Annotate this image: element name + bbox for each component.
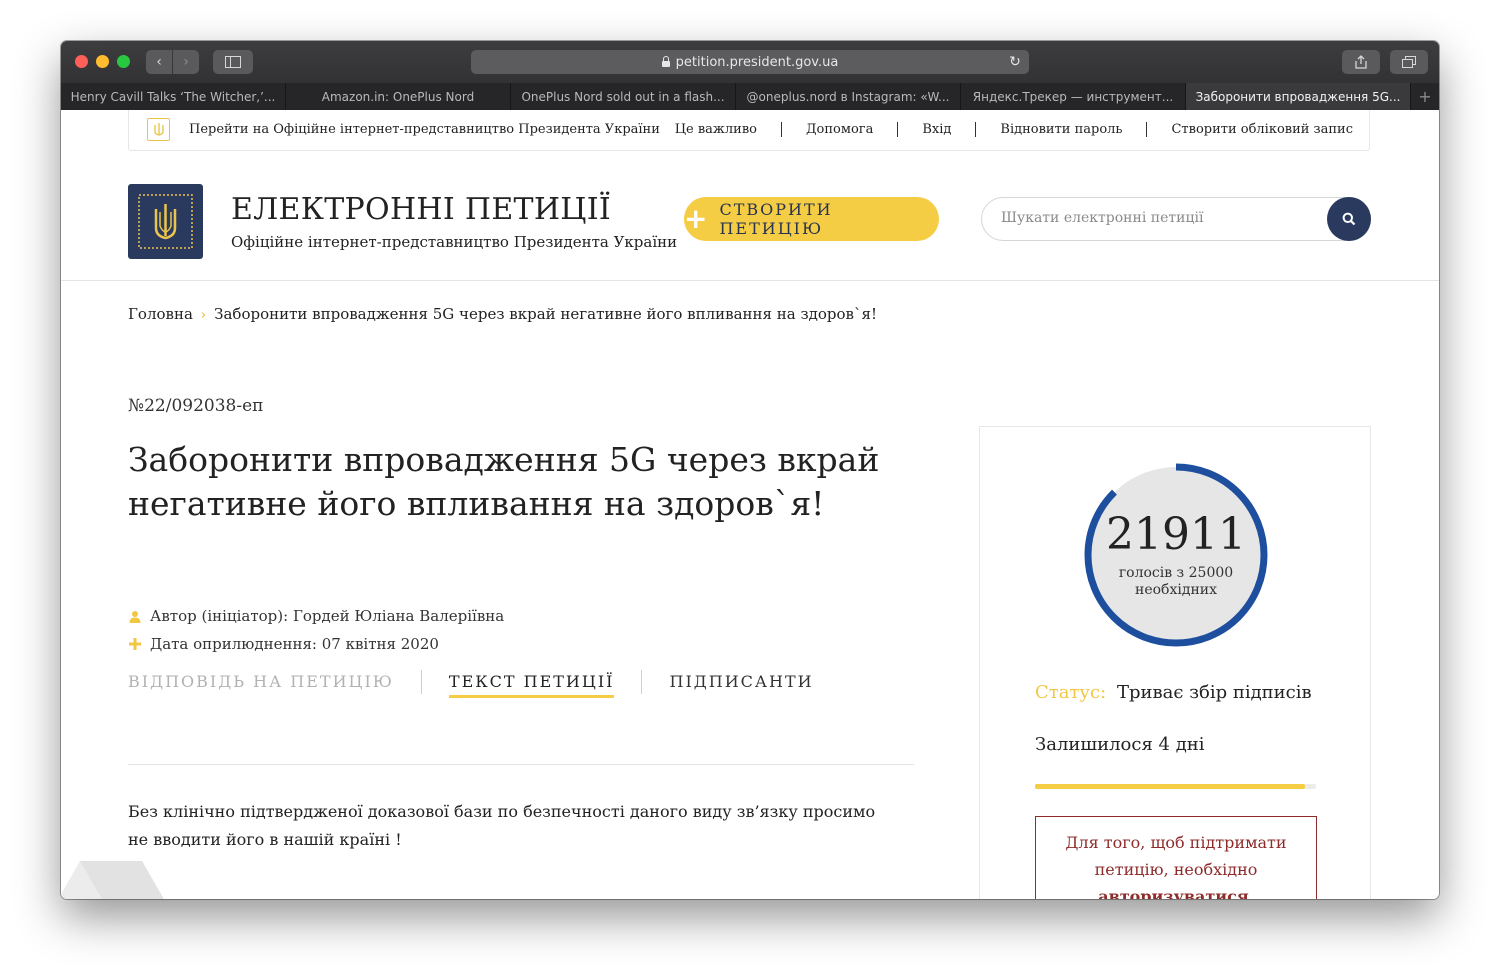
nav-restore-password-link[interactable]: Відновити пароль [975,122,1146,137]
vote-count: 21911 [1106,509,1246,560]
nav-create-account-link[interactable]: Створити обліковий запис [1146,122,1353,137]
reload-icon[interactable]: ↻ [1007,54,1023,70]
search-box [981,197,1371,241]
authorize-link[interactable]: авторизуватися [1098,887,1248,899]
tab-petition-answer[interactable]: ВІДПОВІДЬ НА ПЕТИЦІЮ [128,670,421,694]
auth-line2: петицію, необхідно [1094,860,1258,879]
trident-icon [147,118,170,141]
status-value: Триває збір підписів [1117,682,1312,703]
breadcrumb: Головна › Заборонити впровадження 5G через… [128,305,877,323]
site-title[interactable]: ЕЛЕКТРОННІ ПЕТИЦІЇ [231,192,611,227]
tab-label: ПІДПИСАНТИ [669,672,814,691]
address-bar[interactable]: petition.president.gov.ua ↻ [471,50,1029,74]
browser-tab[interactable]: Amazon.in: OnePlus Nord [286,83,511,110]
petition-tabs: ВІДПОВІДЬ НА ПЕТИЦІЮ ТЕКСТ ПЕТИЦІЇ ПІДПИ… [128,670,841,710]
browser-toolbar: ‹ › petition.president.gov.ua ↻ [61,41,1439,83]
close-window-button[interactable] [75,55,88,68]
coat-of-arms-icon [138,194,193,249]
minimize-window-button[interactable] [96,55,109,68]
share-icon [1355,55,1367,69]
nav-help-link[interactable]: Допомога [780,122,897,137]
header-divider [61,280,1439,281]
tab-label: ТЕКСТ ПЕТИЦІЇ [448,672,615,698]
petition-author: Автор (ініціатор): Гордей Юліана Валерії… [128,607,504,625]
user-icon [128,610,142,623]
site-subtitle: Офіційне інтернет-представництво Президе… [231,233,678,251]
tab-label: ВІДПОВІДЬ НА ПЕТИЦІЮ [128,672,394,691]
site-logo[interactable] [128,184,203,259]
browser-tab[interactable]: Henry Cavill Talks ‘The Witcher,’... [61,83,286,110]
plus-icon [128,638,142,650]
plus-icon: + [684,202,710,235]
petition-text: Без клінічно підтвердженої доказової баз… [128,802,876,849]
browser-tab[interactable]: OnePlus Nord sold out in a flash... [511,83,736,110]
votes-panel: 21911 голосів з 25000 необхідних Статус:… [979,426,1371,899]
back-button[interactable]: ‹ [146,50,172,74]
forward-button[interactable]: › [173,50,199,74]
author-text: Автор (ініціатор): Гордей Юліана Валерії… [150,607,505,625]
time-remaining: Залишилося 4 дні [1035,734,1205,755]
auth-line1: Для того, щоб підтримати [1065,833,1287,852]
create-petition-label: СТВОРИТИ ПЕТИЦІЮ [719,200,833,238]
search-input[interactable] [999,209,1323,227]
top-nav: Це важливо Допомога Вхід Відновити парол… [651,122,1353,137]
url-text: petition.president.gov.ua [675,54,839,70]
new-tab-button[interactable]: + [1411,83,1439,110]
official-site-link[interactable]: Перейти на Офіційне інтернет-представниц… [189,122,660,137]
nav-important-link[interactable]: Це важливо [651,122,781,137]
vote-subtitle: голосів з 25000 необхідних [1080,565,1272,599]
time-progress-bar [1035,784,1316,789]
petition-number: №22/092038-еп [128,396,264,416]
auth-notice: Для того, щоб підтримати петицію, необхі… [1035,816,1317,899]
tab-overview-button[interactable] [1390,50,1428,74]
browser-window: ‹ › petition.president.gov.ua ↻ Henry Ca… [61,41,1439,899]
status-label: Статус: [1035,682,1107,703]
petition-date: Дата оприлюднення: 07 квітня 2020 [128,635,439,653]
tab-petition-text[interactable]: ТЕКСТ ПЕТИЦІЇ [420,670,642,698]
sidebar-toggle-button[interactable] [213,50,253,74]
vote-subtitle-line2: необхідних [1134,582,1218,598]
tab-signers[interactable]: ПІДПИСАНТИ [641,670,840,694]
chevron-right-icon: › [183,54,189,70]
browser-tab[interactable]: Яндекс.Трекер — инструмент... [961,83,1186,110]
browser-tab[interactable]: @oneplus.nord в Instagram: «W... [736,83,961,110]
share-button[interactable] [1342,50,1380,74]
page-content: Перейти на Офіційне інтернет-представниц… [61,110,1439,899]
hexagon-decoration-icon [61,861,164,899]
browser-tab-bar: Henry Cavill Talks ‘The Witcher,’... Ama… [61,83,1439,110]
breadcrumb-current: Заборонити впровадження 5G через вкрай н… [214,305,877,323]
search-icon [1342,212,1356,226]
sidebar-icon [225,56,241,68]
breadcrumb-home-link[interactable]: Головна [128,305,193,323]
official-strip: Перейти на Офіційне інтернет-представниц… [128,110,1370,151]
browser-tab-active[interactable]: Заборонити впровадження 5G... [1186,83,1411,110]
petition-title: Заборонити впровадження 5G через вкрай н… [128,440,880,523]
tabs-icon [1402,56,1416,68]
tabs-divider [128,764,914,765]
lock-icon [661,56,670,67]
nav-login-link[interactable]: Вхід [897,122,975,137]
auth-end: . [1248,887,1254,899]
breadcrumb-separator-icon: › [200,308,207,323]
vote-subtitle-line1: голосів з 25000 [1118,565,1234,581]
chevron-left-icon: ‹ [156,54,162,70]
search-button[interactable] [1327,197,1371,241]
time-progress-fill [1035,784,1305,789]
date-text: Дата оприлюднення: 07 квітня 2020 [150,635,439,653]
maximize-window-button[interactable] [117,55,130,68]
create-petition-button[interactable]: + СТВОРИТИ ПЕТИЦІЮ [684,197,939,241]
